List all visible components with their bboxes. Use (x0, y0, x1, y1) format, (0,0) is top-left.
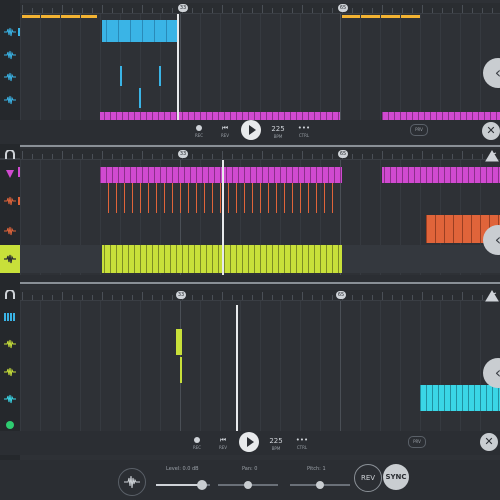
skip-back-icon: ⏮ (219, 436, 227, 444)
waveform-icon[interactable] (2, 48, 18, 62)
pattern-clip[interactable] (100, 167, 342, 183)
bar-marker[interactable]: 33 (178, 150, 188, 158)
timeline-ruler[interactable] (20, 290, 500, 301)
record-button[interactable]: REC (192, 125, 206, 138)
dots-icon: ••• (295, 436, 309, 444)
dj-icon[interactable] (484, 149, 500, 163)
timeline-ruler[interactable] (20, 149, 500, 160)
pattern-clip[interactable] (382, 112, 500, 120)
preview-button[interactable]: PRV (408, 436, 426, 448)
bar-marker[interactable]: 65 (336, 291, 346, 299)
pattern-clip[interactable] (100, 112, 340, 120)
skip-back-icon: ⏮ (221, 124, 229, 132)
sequencer-panel-3: 33 65 ‹ REC ⏮ REV 225 BPM (0, 285, 500, 460)
waveform-icon[interactable] (2, 194, 18, 208)
transport-bar: REC ⏮ REV 225 BPM ••• CTRL PRV ✕ (0, 431, 500, 455)
sequencer-panel-1: 33 65 REC ⏮ REV 225 BPM ••• CTRL PRV ✕ (0, 0, 500, 145)
waveform-icon[interactable] (2, 365, 18, 379)
record-icon (196, 125, 202, 131)
waveform-icon (124, 475, 140, 489)
level-slider-knob[interactable] (196, 480, 207, 490)
level-label: Level: 0.0 dB (166, 466, 199, 472)
playhead[interactable] (222, 160, 224, 275)
ctrl-label: CTRL (298, 133, 310, 138)
dots-icon: ••• (297, 124, 311, 132)
bpm-value: 225 (269, 437, 283, 445)
sample-preview-button[interactable] (118, 468, 146, 496)
rewind-button[interactable]: ⏮ REV (216, 436, 230, 451)
note-clip[interactable] (176, 329, 182, 355)
sync-button[interactable]: SYNC (383, 464, 409, 490)
waveform-icon[interactable] (2, 309, 18, 323)
pattern-clip[interactable] (100, 183, 340, 213)
dj-icon[interactable] (484, 289, 500, 303)
timeline-ruler[interactable] (20, 3, 500, 14)
playhead[interactable] (177, 14, 179, 120)
waveform-icon[interactable] (2, 392, 18, 406)
record-button[interactable]: REC (190, 437, 204, 450)
transport-bar: REC ⏮ REV 225 BPM ••• CTRL PRV (0, 120, 500, 144)
play-button[interactable] (239, 432, 259, 452)
waveform-icon[interactable] (2, 252, 18, 266)
bar-marker[interactable]: 33 (178, 4, 188, 12)
level-slider-fill (156, 484, 202, 486)
preview-button[interactable]: PRV (410, 124, 428, 136)
sequencer-panel-2: 33 65 ‹ (0, 145, 500, 285)
close-icon[interactable]: ✕ (480, 433, 498, 451)
close-icon[interactable]: ✕ (482, 122, 500, 140)
rewind-label: REV (218, 445, 228, 450)
waveform-icon[interactable] (2, 337, 18, 351)
pan-label: Pan: 0 (242, 466, 258, 472)
waveform-icon[interactable] (2, 224, 18, 238)
magnet-icon[interactable] (2, 288, 18, 302)
ctrl-button[interactable]: ••• CTRL (296, 124, 312, 139)
pan-slider-knob[interactable] (244, 481, 252, 489)
bar-marker[interactable]: 33 (176, 291, 186, 299)
rewind-button[interactable]: ⏮ REV (218, 124, 232, 139)
waveform-icon[interactable] (2, 70, 18, 84)
playhead[interactable] (236, 305, 238, 431)
note-clip[interactable] (159, 66, 161, 86)
rewind-label: REV (220, 133, 230, 138)
pattern-clip[interactable] (382, 167, 500, 183)
note-clip[interactable] (120, 66, 122, 86)
pitch-label: Pitch: 1 (307, 466, 326, 472)
bpm-display[interactable]: 225 BPM (268, 125, 288, 139)
record-label: REC (194, 133, 204, 138)
note-clip[interactable] (180, 357, 182, 383)
bar-marker[interactable]: 65 (338, 150, 348, 158)
note-clip[interactable] (139, 88, 141, 108)
record-icon (194, 437, 200, 443)
bpm-label: BPM (271, 446, 281, 451)
play-button[interactable] (241, 120, 261, 140)
waveform-icon[interactable] (2, 25, 18, 39)
pattern-clip[interactable] (420, 385, 500, 411)
ctrl-label: CTRL (296, 445, 308, 450)
bar-marker[interactable]: 65 (338, 4, 348, 12)
ctrl-button[interactable]: ••• CTRL (294, 436, 310, 451)
bpm-label: BPM (273, 134, 283, 139)
reverse-button[interactable]: REV (354, 464, 382, 492)
bpm-display[interactable]: 225 BPM (266, 437, 286, 451)
record-label: REC (192, 445, 202, 450)
pitch-slider-knob[interactable] (316, 481, 324, 489)
waveform-icon[interactable] (2, 418, 18, 432)
sample-controls: Level: 0.0 dB Pan: 0 Pitch: 1 REV SYNC (0, 460, 500, 500)
bpm-value: 225 (271, 125, 285, 133)
waveform-icon[interactable] (2, 167, 18, 181)
waveform-icon[interactable] (2, 93, 18, 107)
magnet-icon[interactable] (2, 148, 18, 162)
